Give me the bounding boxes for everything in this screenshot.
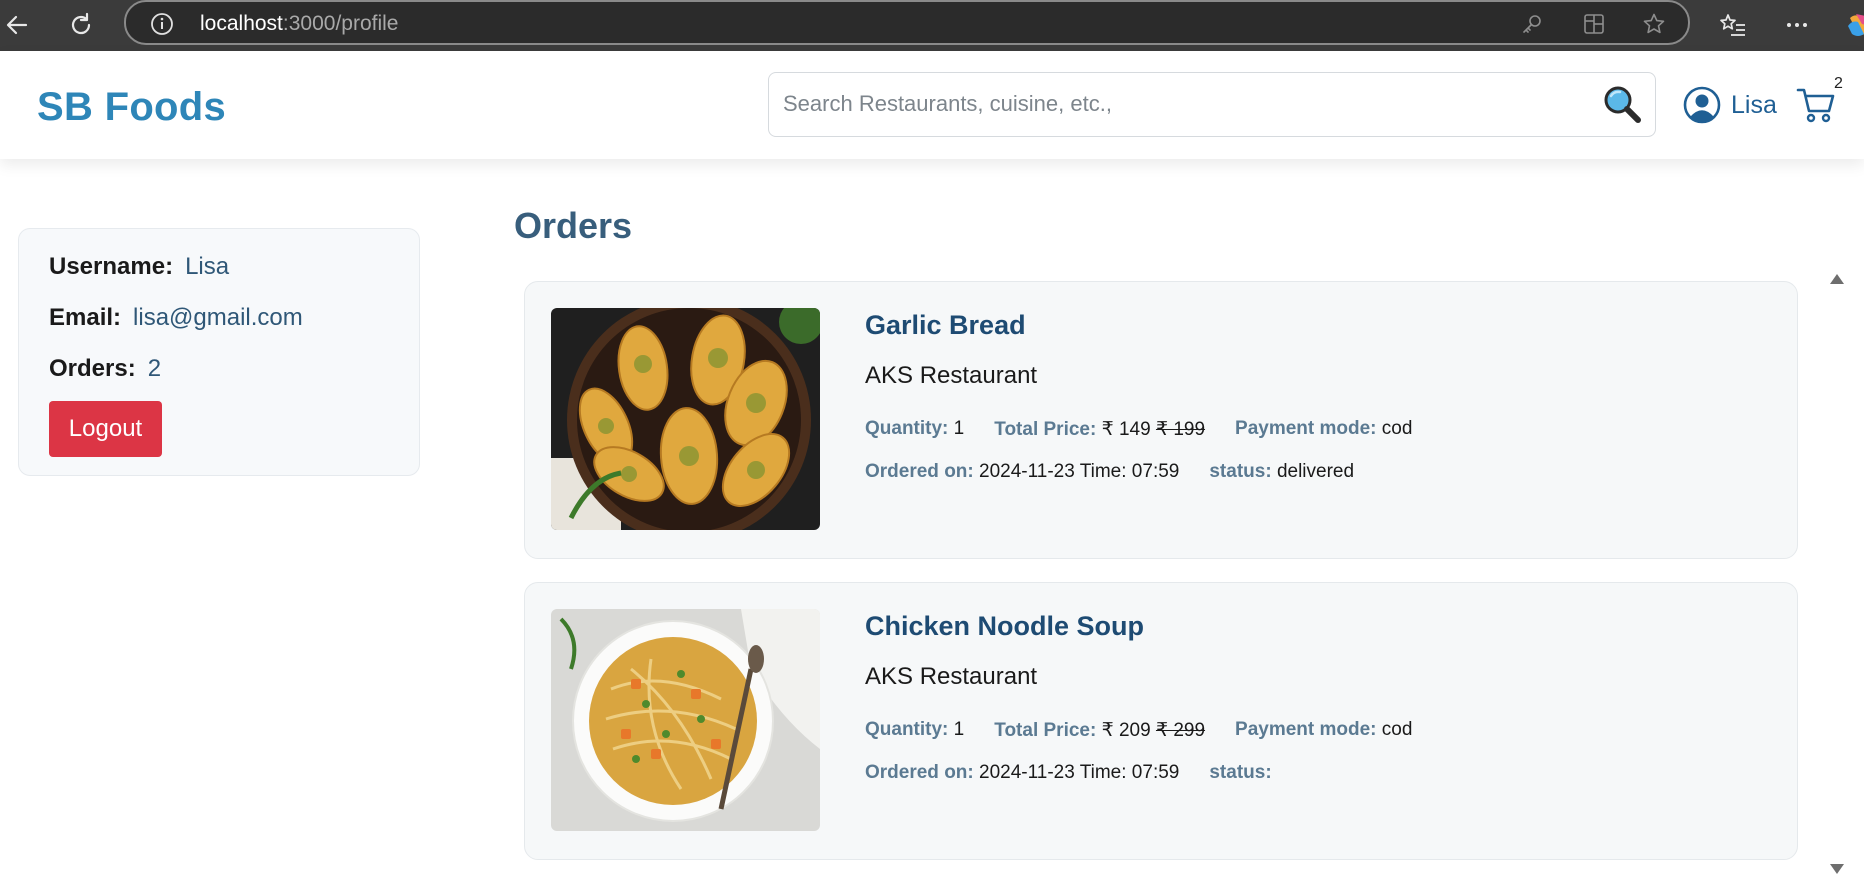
total-price-label: Total Price:	[994, 720, 1097, 741]
order-meta-row: Ordered on: 2024-11-23 Time: 07:59 statu…	[865, 461, 1384, 483]
order-details-row: Quantity: 1 Total Price: ₹ 149 ₹ 199 Pay…	[865, 418, 1442, 441]
orders-scrollbar[interactable]	[1826, 290, 1848, 856]
app-header: SB Foods Lisa 2	[0, 51, 1864, 159]
quantity-label: Quantity:	[865, 418, 949, 439]
status-label: status:	[1209, 461, 1272, 482]
username-value: Lisa	[185, 253, 230, 280]
payment-mode-value: cod	[1381, 719, 1413, 740]
price-value: ₹ 209	[1101, 720, 1151, 741]
cart-icon[interactable]	[1796, 84, 1836, 124]
order-details-row: Quantity: 1 Total Price: ₹ 209 ₹ 299 Pay…	[865, 719, 1442, 742]
quantity-label: Quantity:	[865, 719, 949, 740]
orders-heading: Orders	[514, 205, 633, 246]
favorites-list-icon[interactable]	[1716, 8, 1750, 42]
search-input[interactable]	[783, 73, 1583, 135]
email-value: lisa@gmail.com	[133, 304, 303, 331]
order-item-name: Garlic Bread	[865, 310, 1026, 340]
original-price-value: ₹ 199	[1155, 419, 1206, 440]
copilot-icon[interactable]	[1846, 12, 1864, 38]
url-text[interactable]: localhost:3000/profile	[200, 12, 398, 36]
payment-mode-field: Payment mode: cod	[1235, 719, 1412, 742]
logout-button[interactable]: Logout	[49, 401, 162, 457]
url-host: localhost	[200, 12, 283, 35]
status-value: delivered	[1276, 461, 1355, 482]
search-box	[768, 72, 1656, 137]
ordered-on-value: 2024-11-23 Time: 07:59	[979, 461, 1180, 482]
ordered-on-label: Ordered on:	[865, 762, 974, 783]
info-icon[interactable]	[146, 8, 178, 40]
total-price-field: Total Price: ₹ 209 ₹ 299	[994, 719, 1205, 742]
ordered-on-field: Ordered on: 2024-11-23 Time: 07:59	[865, 762, 1179, 784]
search-icon[interactable]	[1601, 83, 1643, 125]
order-card: Garlic Bread AKS Restaurant Quantity: 1 …	[524, 281, 1798, 559]
noodle-soup-image	[551, 609, 820, 831]
email-label: Email:	[49, 304, 122, 331]
order-restaurant: AKS Restaurant	[865, 663, 1038, 690]
garlic-bread-image	[551, 308, 820, 530]
favorite-star-icon[interactable]	[1638, 8, 1670, 40]
browser-toolbar: localhost:3000/profile	[0, 0, 1864, 51]
scroll-down-arrow-icon[interactable]	[1830, 864, 1844, 874]
quantity-field: Quantity: 1	[865, 719, 964, 742]
cart-count-badge: 2	[1834, 75, 1843, 92]
user-profile-icon	[1683, 86, 1721, 124]
refresh-icon[interactable]	[64, 8, 98, 42]
ordered-on-field: Ordered on: 2024-11-23 Time: 07:59	[865, 461, 1179, 483]
username-row: Username: Lisa	[49, 253, 229, 281]
brand-logo[interactable]: SB Foods	[37, 85, 226, 130]
apps-grid-icon[interactable]	[1578, 8, 1610, 40]
address-bar[interactable]: localhost:3000/profile	[124, 0, 1690, 45]
status-label: status:	[1209, 762, 1272, 783]
user-name: Lisa	[1731, 90, 1777, 119]
status-field: status: delivered	[1209, 461, 1354, 483]
payment-mode-field: Payment mode: cod	[1235, 418, 1412, 441]
payment-mode-label: Payment mode:	[1235, 418, 1377, 439]
total-price-label: Total Price:	[994, 419, 1097, 440]
order-meta-row: Ordered on: 2024-11-23 Time: 07:59 statu…	[865, 762, 1302, 784]
payment-mode-label: Payment mode:	[1235, 719, 1377, 740]
order-card: Chicken Noodle Soup AKS Restaurant Quant…	[524, 582, 1798, 860]
status-field: status:	[1209, 762, 1271, 784]
ordered-on-label: Ordered on:	[865, 461, 974, 482]
scroll-up-arrow-icon[interactable]	[1830, 274, 1844, 284]
quantity-value: 1	[953, 719, 965, 740]
quantity-field: Quantity: 1	[865, 418, 964, 441]
user-menu[interactable]: Lisa	[1683, 84, 1777, 126]
order-item-name: Chicken Noodle Soup	[865, 611, 1145, 641]
profile-card: Username: Lisa Email: lisa@gmail.com Order…	[18, 228, 420, 476]
key-icon[interactable]	[1516, 8, 1548, 40]
username-label: Username:	[49, 253, 174, 280]
url-path: :3000/profile	[282, 12, 399, 35]
orders-count-row: Orders: 2	[49, 355, 161, 383]
ordered-on-value: 2024-11-23 Time: 07:59	[979, 762, 1180, 783]
orders-count-value: 2	[147, 355, 162, 382]
order-restaurant: AKS Restaurant	[865, 362, 1038, 389]
payment-mode-value: cod	[1381, 418, 1413, 439]
original-price-value: ₹ 299	[1155, 720, 1206, 741]
orders-count-label: Orders:	[49, 355, 136, 382]
price-value: ₹ 149	[1101, 419, 1151, 440]
back-arrow-icon[interactable]	[0, 8, 34, 42]
email-row: Email: lisa@gmail.com	[49, 304, 303, 332]
total-price-field: Total Price: ₹ 149 ₹ 199	[994, 418, 1205, 441]
more-options-icon[interactable]	[1780, 8, 1814, 42]
quantity-value: 1	[953, 418, 965, 439]
